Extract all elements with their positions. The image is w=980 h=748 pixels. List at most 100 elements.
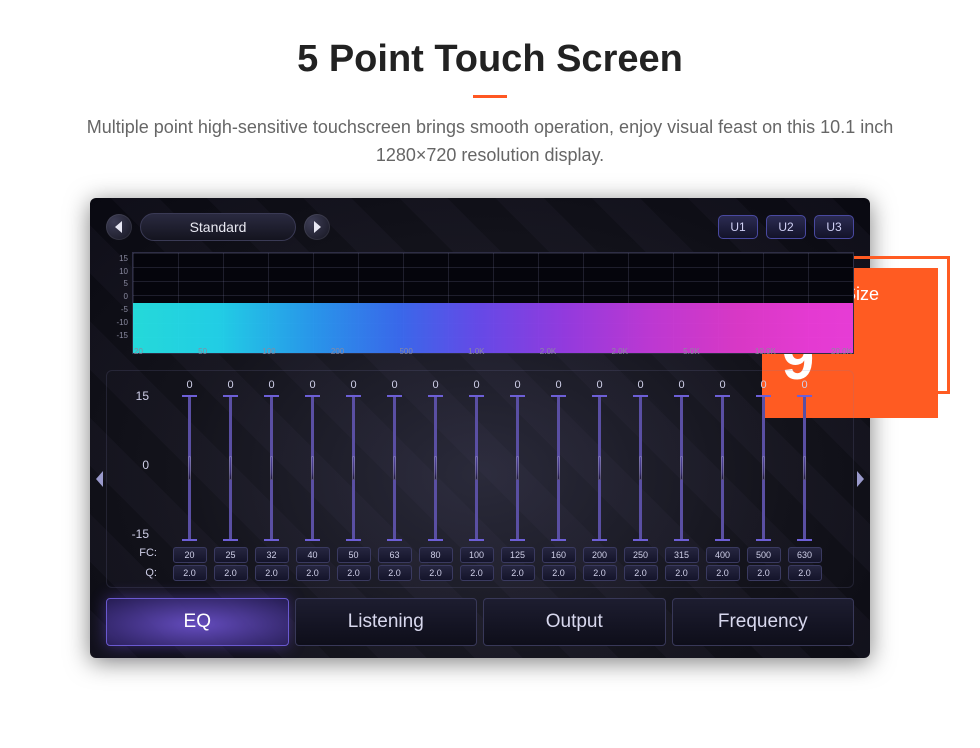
slider-handle[interactable] [352, 456, 355, 480]
band-slider[interactable] [557, 395, 560, 541]
preset-next-button[interactable] [304, 214, 330, 240]
band-q-chip[interactable]: 2.0 [583, 565, 617, 581]
band-fc-chip[interactable]: 500 [747, 547, 781, 563]
slider-handle[interactable] [803, 456, 806, 480]
user-preset-3-button[interactable]: U3 [814, 215, 854, 239]
band-slider[interactable] [803, 395, 806, 541]
band-slider[interactable] [639, 395, 642, 541]
band-slider[interactable] [434, 395, 437, 541]
band-fc-chip[interactable]: 50 [337, 547, 371, 563]
slider-handle[interactable] [311, 456, 314, 480]
band-slider[interactable] [352, 395, 355, 541]
band-slider[interactable] [393, 395, 396, 541]
tab-output[interactable]: Output [483, 598, 666, 646]
band-fc-chip[interactable]: 160 [542, 547, 576, 563]
device-screenshot: Standard U1 U2 U3 15 10 5 0 -5 -10 -15 2… [90, 198, 870, 658]
band-slider[interactable] [311, 395, 314, 541]
page-title: 5 Point Touch Screen [0, 38, 980, 81]
eq-band: 0 125 2.0 [497, 379, 538, 581]
x-tick: 50 [198, 347, 207, 356]
slider-handle[interactable] [229, 456, 232, 480]
spectrum-x-axis: 20 50 100 200 500 1.0K 2.0K 2.0K 5.0K 10… [132, 347, 854, 356]
band-fc-chip[interactable]: 250 [624, 547, 658, 563]
eq-band: 0802.0 [415, 379, 456, 581]
spectrum-y-axis: 15 10 5 0 -5 -10 -15 [106, 252, 132, 354]
band-slider[interactable] [721, 395, 724, 541]
band-q-chip[interactable]: 2.0 [255, 565, 289, 581]
tab-eq[interactable]: EQ [106, 598, 289, 646]
band-q-chip[interactable]: 2.0 [460, 565, 494, 581]
user-preset-2-button[interactable]: U2 [766, 215, 806, 239]
band-q-chip[interactable]: 2.0 [706, 565, 740, 581]
slider-handle[interactable] [639, 456, 642, 480]
band-fc-chip[interactable]: 200 [583, 547, 617, 563]
eq-band: 02502.0 [620, 379, 661, 581]
band-fc-chip[interactable]: 25 [214, 547, 248, 563]
slider-handle[interactable] [393, 456, 396, 480]
band-q-chip[interactable]: 2.0 [173, 565, 207, 581]
slider-handle[interactable] [762, 456, 765, 480]
band-fc-chip[interactable]: 63 [378, 547, 412, 563]
slider-handle[interactable] [188, 456, 191, 480]
eq-bands: 0202.00252.00322.00402.00502.00632.00802… [169, 379, 825, 581]
eq-scale-min: -15 [117, 527, 149, 541]
band-slider[interactable] [229, 395, 232, 541]
band-fc-chip[interactable]: 40 [296, 547, 330, 563]
band-slider[interactable] [475, 395, 478, 541]
band-fc-chip[interactable]: 315 [665, 547, 699, 563]
band-fc-chip[interactable]: 32 [255, 547, 289, 563]
band-q-chip[interactable]: 2.0 [214, 565, 248, 581]
band-q-chip[interactable]: 2.0 [788, 565, 822, 581]
bands-scroll-left-button[interactable] [89, 457, 111, 501]
band-q-chip[interactable]: 2.0 [296, 565, 330, 581]
band-q-chip[interactable]: 2.0 [747, 565, 781, 581]
tab-listening[interactable]: Listening [295, 598, 478, 646]
eq-scale-max: 15 [117, 389, 149, 403]
band-slider[interactable] [680, 395, 683, 541]
x-tick: 500 [399, 347, 412, 356]
eq-sliders-panel: 15 0 -15 FC: Q: 0202.00252.00322.00402.0… [106, 370, 854, 588]
slider-handle[interactable] [680, 456, 683, 480]
slider-handle[interactable] [721, 456, 724, 480]
band-q-chip[interactable]: 2.0 [501, 565, 535, 581]
band-slider[interactable] [188, 395, 191, 541]
eq-band: 0502.0 [333, 379, 374, 581]
band-slider[interactable] [270, 395, 273, 541]
bands-scroll-right-button[interactable] [849, 457, 871, 501]
band-value: 0 [719, 379, 725, 393]
spectrum-canvas[interactable] [132, 252, 854, 354]
band-q-chip[interactable]: 2.0 [665, 565, 699, 581]
slider-handle[interactable] [475, 456, 478, 480]
band-slider[interactable] [516, 395, 519, 541]
band-slider[interactable] [598, 395, 601, 541]
preset-select[interactable]: Standard [140, 213, 296, 241]
slider-handle[interactable] [516, 456, 519, 480]
slider-handle[interactable] [598, 456, 601, 480]
slider-handle[interactable] [270, 456, 273, 480]
slider-handle[interactable] [434, 456, 437, 480]
band-q-chip[interactable]: 2.0 [542, 565, 576, 581]
band-fc-chip[interactable]: 100 [460, 547, 494, 563]
eq-band: 01002.0 [456, 379, 497, 581]
band-q-chip[interactable]: 2.0 [337, 565, 371, 581]
slider-handle[interactable] [557, 456, 560, 480]
band-fc-chip[interactable]: 630 [788, 547, 822, 563]
eq-band: 03152.0 [661, 379, 702, 581]
band-value: 0 [514, 379, 520, 393]
band-fc-chip[interactable]: 20 [173, 547, 207, 563]
y-tick: 15 [106, 254, 128, 263]
tab-frequency[interactable]: Frequency [672, 598, 855, 646]
band-fc-chip[interactable]: 125 [501, 547, 535, 563]
chevron-left-icon [114, 221, 124, 233]
band-fc-chip[interactable]: 80 [419, 547, 453, 563]
preset-prev-button[interactable] [106, 214, 132, 240]
fc-row-label: FC: [117, 547, 157, 559]
band-q-chip[interactable]: 2.0 [624, 565, 658, 581]
band-fc-chip[interactable]: 400 [706, 547, 740, 563]
band-slider[interactable] [762, 395, 765, 541]
x-tick: 2.0K [540, 347, 556, 356]
user-preset-1-button[interactable]: U1 [718, 215, 758, 239]
band-q-chip[interactable]: 2.0 [419, 565, 453, 581]
band-q-chip[interactable]: 2.0 [378, 565, 412, 581]
eq-band: 0632.0 [374, 379, 415, 581]
